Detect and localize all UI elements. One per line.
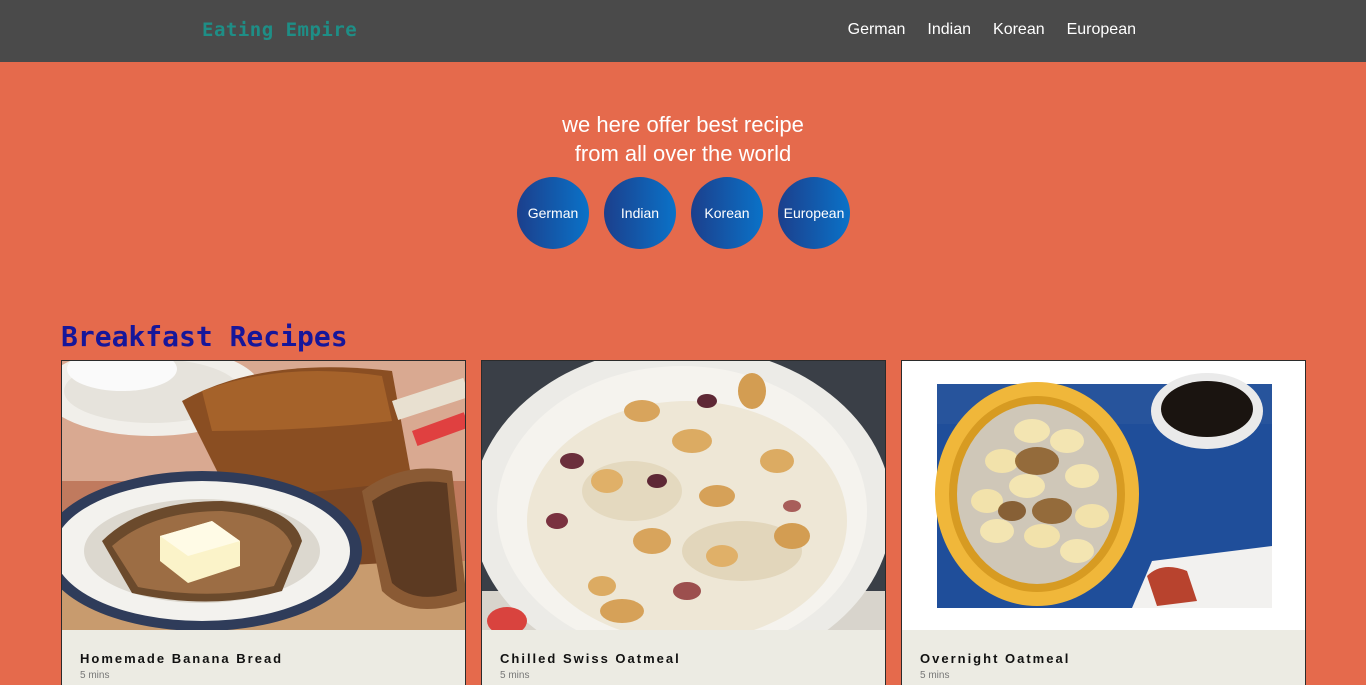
card-cook-time: 5 mins [920, 670, 950, 681]
cuisine-button-korean[interactable]: Korean [691, 177, 763, 249]
nav-link-korean[interactable]: Korean [993, 21, 1045, 39]
card-cook-time: 5 mins [80, 670, 110, 681]
cuisine-button-german[interactable]: German [517, 177, 589, 249]
nav-link-indian[interactable]: Indian [927, 21, 971, 39]
card-title[interactable]: Overnight Oatmeal [920, 651, 1287, 666]
navbar: Eating Empire German Indian Korean Europ… [0, 0, 1366, 62]
card-body: Overnight Oatmeal 5 mins [902, 630, 1305, 681]
cuisine-buttons: German Indian Korean European [0, 177, 1366, 249]
nav-link-german[interactable]: German [848, 21, 906, 39]
recipe-cards: Homemade Banana Bread 5 mins Chilled Swi… [61, 360, 1306, 685]
recipe-card-banana-bread[interactable]: Homemade Banana Bread 5 mins [61, 360, 466, 685]
chilled-oatmeal-image[interactable] [482, 361, 885, 630]
nav-links: German Indian Korean European [848, 21, 1136, 39]
section-title: Breakfast Recipes [61, 320, 348, 353]
cuisine-button-european[interactable]: European [778, 177, 850, 249]
recipe-card-chilled-swiss-oatmeal[interactable]: Chilled Swiss Oatmeal 5 mins [481, 360, 886, 685]
nav-link-european[interactable]: European [1067, 21, 1136, 39]
hero-line-1: we here offer best recipe [562, 112, 804, 137]
recipe-card-overnight-oatmeal[interactable]: Overnight Oatmeal 5 mins [901, 360, 1306, 685]
card-title[interactable]: Homemade Banana Bread [80, 651, 447, 666]
cuisine-button-indian[interactable]: Indian [604, 177, 676, 249]
brand-logo[interactable]: Eating Empire [202, 19, 357, 41]
card-cook-time: 5 mins [500, 670, 530, 681]
hero-tagline: we here offer best recipe from all over … [0, 110, 1366, 168]
banana-bread-image[interactable] [62, 361, 465, 630]
card-body: Homemade Banana Bread 5 mins [62, 630, 465, 681]
card-body: Chilled Swiss Oatmeal 5 mins [482, 630, 885, 681]
overnight-oatmeal-image[interactable] [902, 361, 1305, 630]
hero-line-2: from all over the world [574, 141, 792, 166]
card-title[interactable]: Chilled Swiss Oatmeal [500, 651, 867, 666]
